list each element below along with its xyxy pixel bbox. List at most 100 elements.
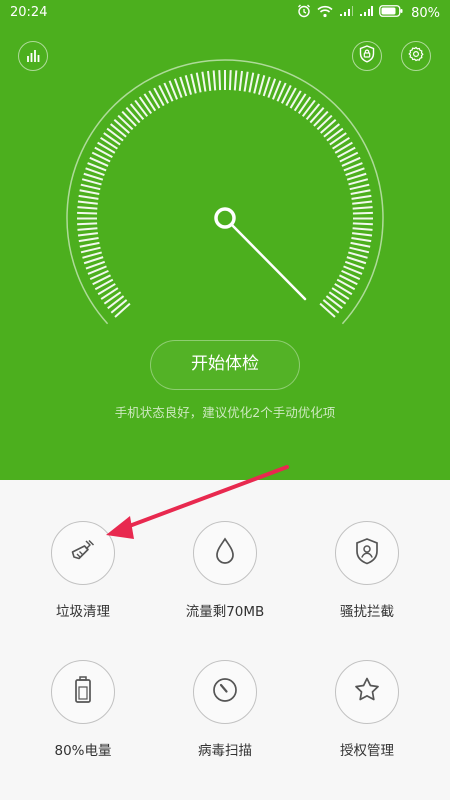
gauge-tick <box>349 183 370 191</box>
gauge-tick <box>348 178 369 186</box>
gauge-tick <box>258 75 266 95</box>
gauge-tick <box>248 72 255 93</box>
gauge-tick <box>100 287 119 300</box>
gauge-tick <box>351 237 372 243</box>
gauge-tick <box>328 291 347 305</box>
gauge-tick <box>117 114 134 131</box>
top-panel: 20:24 80% 开始体检 手机状态良好，建议优化2个手动优化项 <box>0 0 450 480</box>
gauge-tick <box>350 189 371 195</box>
gauge-tick <box>309 107 325 124</box>
gauge-tick <box>352 222 373 226</box>
gauge-tick <box>83 172 104 181</box>
gauge-tick <box>77 200 98 205</box>
feature-label: 流量剩70MB <box>185 604 265 620</box>
gauge-tick <box>121 110 137 127</box>
gauge-tick <box>349 246 370 254</box>
gauge-tick <box>346 172 367 181</box>
feature-junk-clean-circle[interactable] <box>51 521 115 585</box>
gauge-tick <box>297 96 312 114</box>
gauge-tick <box>195 72 202 93</box>
gauge-tick <box>346 256 367 265</box>
feature-battery-circle[interactable] <box>51 660 115 724</box>
gauge-tick <box>352 227 373 231</box>
gauge-tick <box>114 302 131 318</box>
gauge-tick <box>103 132 121 146</box>
feature-harassment-block-circle[interactable] <box>335 521 399 585</box>
feature-label: 骚扰拦截 <box>340 604 394 620</box>
gauge-tick <box>77 206 98 210</box>
gauge-tick <box>134 99 149 117</box>
shield-user-icon <box>353 536 381 570</box>
gauge-tick <box>212 70 217 91</box>
star-icon <box>352 675 382 709</box>
feature-battery[interactable]: 80%电量 <box>13 660 153 759</box>
gauge-tick <box>218 70 222 91</box>
gauge-needle <box>230 223 307 301</box>
feature-virus-scan-circle[interactable] <box>193 660 257 724</box>
feature-data-usage-circle[interactable] <box>193 521 257 585</box>
gauge-tick <box>228 70 232 91</box>
gauge-tick <box>80 246 101 254</box>
gauge-tick <box>329 132 347 146</box>
gauge-tick <box>301 99 316 117</box>
gauge-tick <box>110 123 127 138</box>
water-drop-icon <box>212 536 238 570</box>
feature-label: 垃圾清理 <box>56 604 110 620</box>
gauge-tick <box>238 70 244 91</box>
gauge-tick <box>352 206 373 210</box>
gauge-tick <box>313 110 329 127</box>
gauge-tick <box>206 70 212 91</box>
gauge-tick <box>262 76 271 97</box>
gauge-tick <box>326 127 344 142</box>
gauge-tick <box>113 118 130 134</box>
feature-data-usage[interactable]: 流量剩70MB <box>155 521 295 620</box>
feature-junk-clean[interactable]: 垃圾清理 <box>13 521 153 620</box>
gauge-tick <box>323 123 340 138</box>
gauge-hub <box>214 207 236 229</box>
gauge-tick <box>320 118 337 134</box>
gauge-tick <box>77 211 98 215</box>
gauge-tick <box>80 183 101 191</box>
feature-permissions-circle[interactable] <box>335 660 399 724</box>
feature-label: 病毒扫描 <box>198 743 252 759</box>
gauge-tick <box>305 103 321 121</box>
feature-permissions[interactable]: 授权管理 <box>297 660 437 759</box>
gauge-tick <box>351 232 373 237</box>
gauge-tick <box>77 222 98 226</box>
gauge-tick <box>79 189 100 195</box>
gauge-tick <box>81 178 102 186</box>
feature-harassment-block[interactable]: 骚扰拦截 <box>297 521 437 620</box>
gauge-tick <box>325 295 343 310</box>
gauge-tick <box>331 287 350 300</box>
broom-icon <box>68 536 98 570</box>
gauge-tick <box>83 256 104 265</box>
gauge-tick <box>233 70 238 91</box>
gauge-tick <box>348 251 368 259</box>
gauge-tick <box>77 227 98 231</box>
gauge-tick <box>322 299 340 314</box>
gauge-tick <box>319 302 336 318</box>
gauge-tick <box>78 194 99 200</box>
gauge-tick <box>243 71 249 92</box>
gauge-tick <box>184 75 192 95</box>
gauge-tick <box>106 127 124 142</box>
gauge-tick <box>350 241 371 248</box>
gauge-tick <box>179 76 188 97</box>
gauge-tick <box>190 73 197 94</box>
gauge-tick <box>103 291 122 305</box>
gauge-tick <box>352 211 373 215</box>
gauge-tick <box>351 194 372 200</box>
gauge-tick <box>201 71 207 92</box>
gauge-tick <box>352 200 373 205</box>
gauge-tick <box>79 241 100 248</box>
gauge-tick <box>129 103 145 121</box>
health-status-text: 手机状态良好，建议优化2个手动优化项 <box>114 405 336 420</box>
gauge-tick <box>125 107 141 124</box>
feature-label: 80%电量 <box>54 743 112 759</box>
start-checkup-button[interactable]: 开始体检 <box>150 340 300 390</box>
gauge-tick <box>82 251 102 259</box>
gauge-tick <box>316 114 333 131</box>
battery-icon <box>72 675 94 709</box>
feature-virus-scan[interactable]: 病毒扫描 <box>155 660 295 759</box>
gauge-tick <box>138 96 153 114</box>
